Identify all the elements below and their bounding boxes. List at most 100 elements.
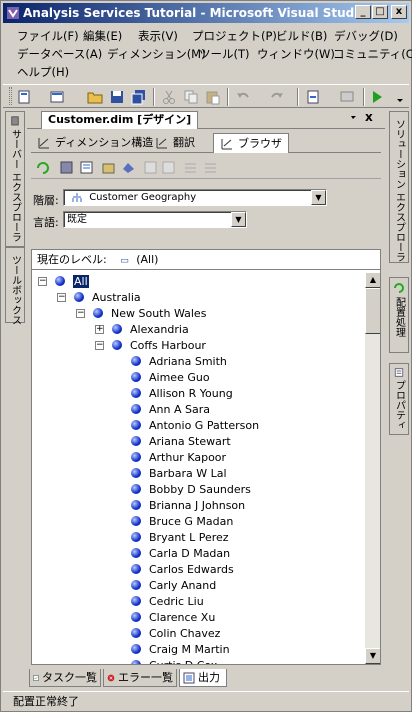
collapse-icon[interactable]: − [38,276,47,286]
expand-icon[interactable]: + [95,324,104,334]
deploy-progress-tab[interactable]: 配置処理 [389,277,409,353]
save-icon[interactable] [109,89,125,105]
start-debugging-icon[interactable] [369,89,385,105]
close-button[interactable]: x [391,5,407,19]
properties-tab[interactable]: プロパティ [389,363,409,435]
language-label: 言語: [33,216,59,229]
tree-node-customer[interactable]: Ariana Stewart [131,433,231,449]
copy-icon[interactable] [183,89,199,105]
level-icon: ▭ [120,256,129,266]
tree-node-customer[interactable]: Carla D Madan [131,545,230,561]
menu-build[interactable]: ビルド(B) [276,28,327,44]
menu-debug[interactable]: デバッグ(D) [334,28,398,44]
deploy-progress-label: 配置処理 [393,297,405,337]
navigate-forward-icon[interactable] [339,89,355,105]
server-explorer-tab[interactable]: サーバー エクスプローラ [5,111,25,247]
maximize-button[interactable]: □ [372,5,388,19]
add-item-icon[interactable] [49,89,65,105]
tree-node-customer[interactable]: Brianna J Johnson [131,497,245,513]
tree-node-customer[interactable]: Aimee Guo [131,369,210,385]
task-list-tab[interactable]: タスク一覧 [29,669,101,687]
tree-node-customer[interactable]: Cedric Liu [131,593,204,609]
tree-node-customer[interactable]: Colin Chavez [131,625,220,641]
error-list-tab[interactable]: エラー一覧 [103,669,177,687]
document-close-button[interactable]: x [365,110,373,124]
menu-database[interactable]: データベース(A) [17,46,102,62]
toolbar-grip[interactable] [9,87,12,105]
output-tab[interactable]: 出力 [179,669,227,687]
toolbar-overflow-icon[interactable] [395,89,405,105]
main-window: Analysis Services Tutorial - Microsoft V… [0,0,412,712]
tree-node-customer[interactable]: Clarence Xu [131,609,215,625]
member-icon [131,532,141,542]
hierarchy-icon [72,192,82,202]
menu-dimension[interactable]: ディメンション(M) [107,46,206,62]
solution-explorer-tab[interactable]: ソリューション エクスプローラ [389,111,409,263]
tree-node-customer[interactable]: Craig M Martin [131,641,230,657]
reconnect-icon[interactable] [59,160,74,175]
reprocess-icon[interactable] [35,160,50,175]
collapse-icon[interactable]: − [95,340,104,350]
status-text: 配置正常終了 [13,695,79,708]
scroll-down-button[interactable]: ▼ [365,648,380,664]
save-all-icon[interactable] [131,89,147,105]
tree-node-country[interactable]: − Australia [57,289,141,305]
paste-icon[interactable] [205,89,221,105]
undo-icon[interactable] [235,89,251,105]
collapse-icon[interactable]: − [57,292,66,302]
filter-icon[interactable] [79,160,94,175]
menu-project[interactable]: プロジェクト(P) [192,28,277,44]
tree-node-customer[interactable]: Bryant L Perez [131,529,229,545]
chevron-down-icon[interactable]: ▼ [231,212,246,227]
indent-icon[interactable] [183,160,198,175]
cut-icon[interactable] [161,89,177,105]
menu-community[interactable]: コミュニティ(C) [333,46,412,62]
tree-node-city[interactable]: − Coffs Harbour [95,337,206,353]
scroll-up-button[interactable]: ▲ [365,272,380,288]
tree-node-city[interactable]: + Alexandria [95,321,189,337]
open-folder-icon[interactable] [87,89,103,105]
tree-node-customer[interactable]: Allison R Young [131,385,233,401]
menu-edit[interactable]: 編集(E) [83,28,122,44]
collapse-icon[interactable]: − [76,308,85,318]
tree-node-customer[interactable]: Carlos Edwards [131,561,234,577]
navigate-backward-icon[interactable] [305,89,321,105]
scroll-thumb[interactable] [365,288,380,334]
new-project-icon[interactable] [17,89,33,105]
tree-node-all[interactable]: − All [38,273,89,289]
menu-window[interactable]: ウィンドウ(W) [257,46,335,62]
pin-icon[interactable] [349,114,358,123]
vertical-scrollbar[interactable]: ▲ ▼ [365,272,380,664]
menu-file[interactable]: ファイル(F) [17,28,79,44]
toolbox-tab[interactable]: ツールボックス [5,247,25,325]
customer-dim-tab[interactable]: Customer.dim [デザイン] [41,111,199,129]
tree-node-customer[interactable]: Arthur Kapoor [131,449,226,465]
menu-help[interactable]: ヘルプ(H) [17,64,69,80]
outdent-icon[interactable] [203,160,218,175]
tree-node-label: Craig M Martin [149,642,230,656]
hierarchy-select[interactable]: Customer Geography ▼ [63,189,327,206]
tree-node-customer[interactable]: Curtis D Cox [131,657,217,664]
tree-node-customer[interactable]: Bobby D Saunders [131,481,251,497]
tree-node-state[interactable]: − New South Wales [76,305,206,321]
tab-browser[interactable]: ブラウザ [213,133,289,153]
menu-view[interactable]: 表示(V) [138,28,178,44]
tree-node-customer[interactable]: Ann A Sara [131,401,210,417]
member-properties-icon[interactable] [101,160,116,175]
tab-translations[interactable]: 翻訳 [155,133,195,153]
tree-node-customer[interactable]: Bruce G Madan [131,513,233,529]
expand-icon[interactable] [161,160,176,175]
menu-tools[interactable]: ツール(T) [199,46,250,62]
minimize-button[interactable]: _ [355,5,371,19]
tree-node-customer[interactable]: Adriana Smith [131,353,227,369]
tab-dimension-structure[interactable]: ディメンション構造 [37,133,153,153]
redo-icon[interactable] [269,89,285,105]
show-hidden-icon[interactable] [121,160,136,175]
collapse-icon[interactable] [143,160,158,175]
tree-node-customer[interactable]: Carly Anand [131,577,216,593]
chevron-down-icon[interactable]: ▼ [311,190,326,205]
language-select[interactable]: 既定 ▼ [63,211,247,228]
tree-node-label: Clarence Xu [149,610,216,624]
tree-node-customer[interactable]: Barbara W Lal [131,465,227,481]
tree-node-customer[interactable]: Antonio G Patterson [131,417,259,433]
